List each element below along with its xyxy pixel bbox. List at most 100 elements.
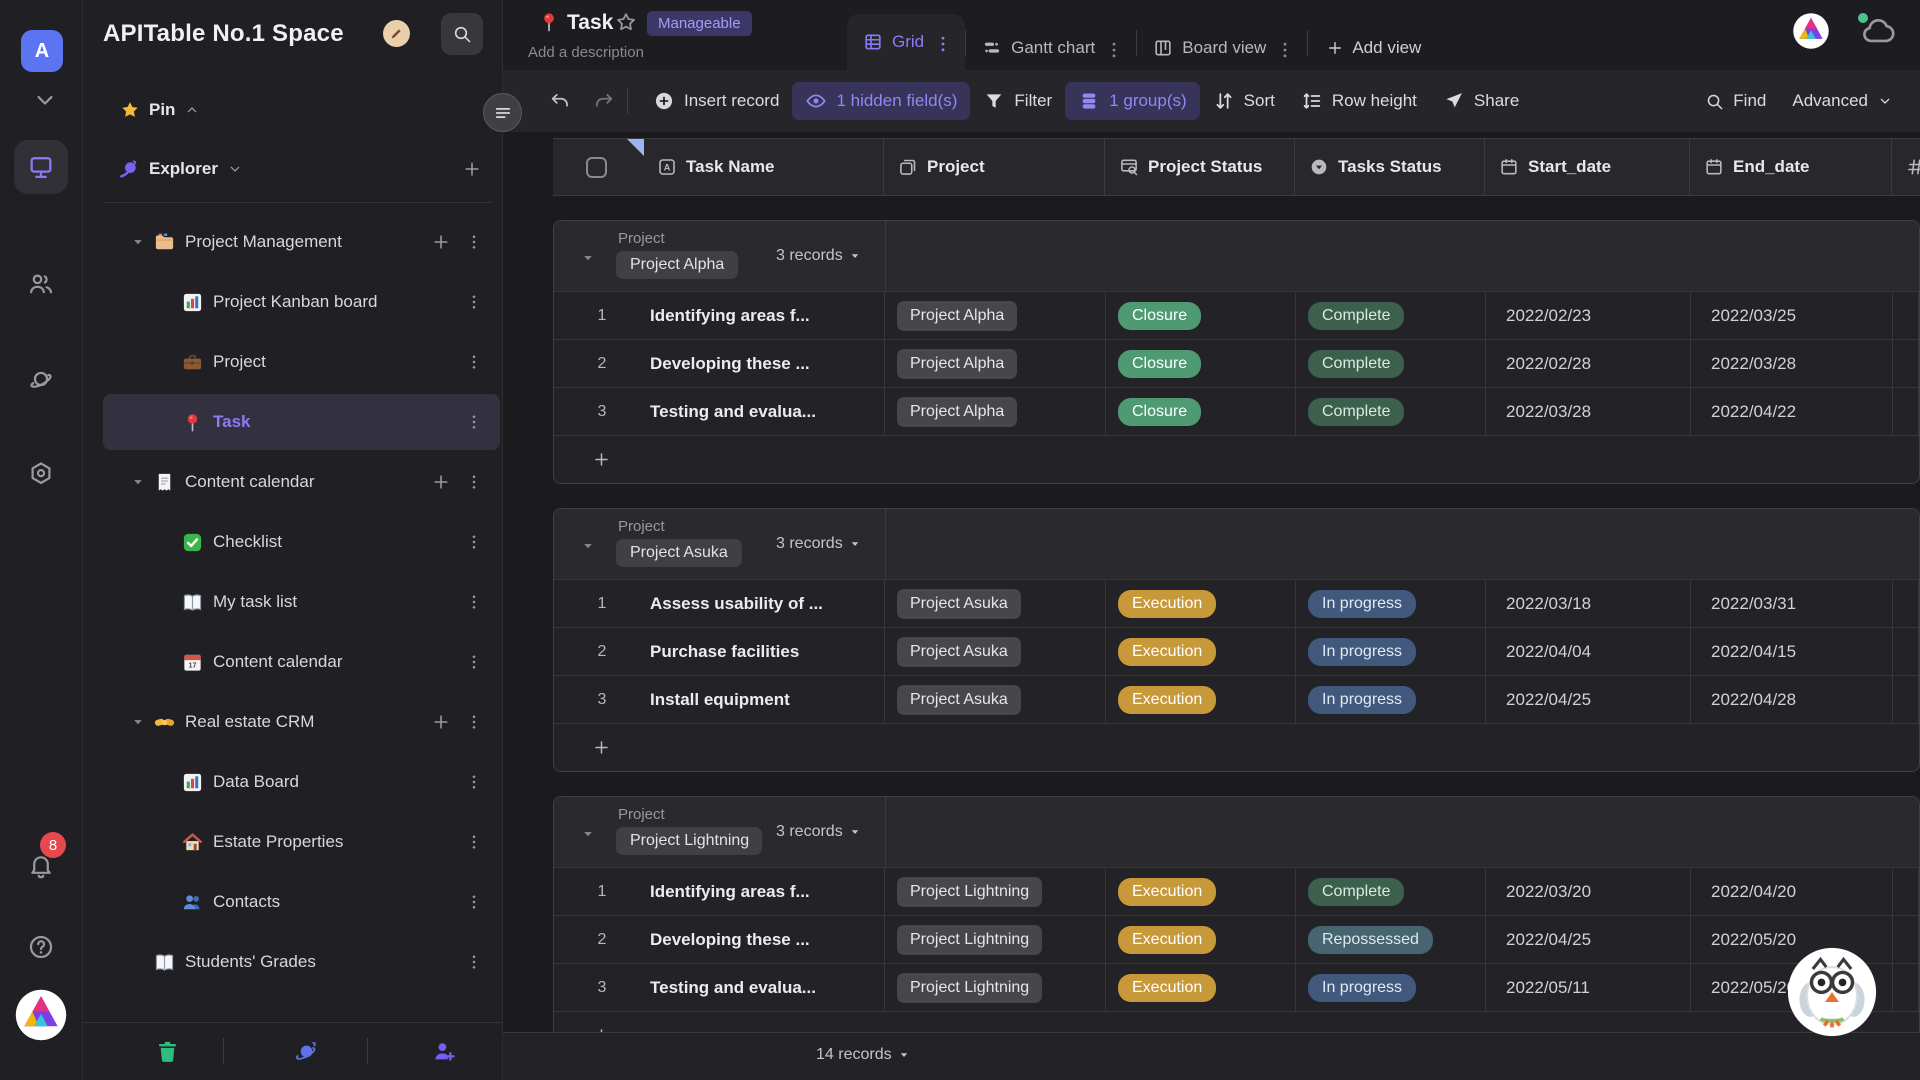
add-node-button[interactable]	[462, 159, 482, 179]
add-record-row[interactable]	[554, 723, 1919, 771]
column-partial[interactable]	[1892, 139, 1920, 195]
view-menu-dots-icon[interactable]	[1104, 40, 1120, 58]
group-header[interactable]: Project Project Asuka 3 records	[554, 509, 1919, 579]
cell-task-name[interactable]: 2 Purchase facilities	[554, 628, 885, 675]
trash-button[interactable]	[155, 1039, 180, 1064]
cell-end-date[interactable]: 2022/03/28	[1691, 340, 1893, 387]
chevron-down-icon[interactable]	[31, 86, 53, 106]
cell-project[interactable]: Project Alpha	[885, 388, 1106, 435]
column-end-date[interactable]: End_date	[1690, 139, 1892, 195]
members-button[interactable]	[14, 257, 68, 311]
more-menu-icon[interactable]	[465, 473, 483, 491]
cell-end-date[interactable]: 2022/03/31	[1691, 580, 1893, 627]
add-description[interactable]: Add a description	[528, 44, 644, 61]
cell-task-name[interactable]: 1 Identifying areas f...	[554, 868, 885, 915]
sidebar-item-my-task-list[interactable]: My task list	[83, 572, 502, 632]
more-menu-icon[interactable]	[465, 293, 483, 311]
help-button[interactable]	[14, 920, 68, 974]
share-button[interactable]: Share	[1430, 82, 1532, 120]
cell-project-status[interactable]: Closure	[1106, 292, 1296, 339]
select-all-checkbox[interactable]	[586, 156, 607, 178]
cell-start-date[interactable]: 2022/02/28	[1486, 340, 1691, 387]
cell-start-date[interactable]: 2022/05/11	[1486, 964, 1691, 1011]
pin-section-toggle[interactable]: Pin	[120, 100, 200, 120]
expand-triangle-icon[interactable]	[131, 475, 145, 489]
sidebar-item-real-estate-crm[interactable]: Real estate CRM	[83, 692, 502, 752]
more-menu-icon[interactable]	[465, 653, 483, 671]
more-menu-icon[interactable]	[465, 833, 483, 851]
workbench-button[interactable]	[14, 140, 68, 194]
cell-end-date[interactable]: 2022/04/15	[1691, 628, 1893, 675]
cell-tasks-status[interactable]: In progress	[1296, 676, 1486, 723]
cell-start-date[interactable]: 2022/04/25	[1486, 916, 1691, 963]
cell-task-name[interactable]: 2 Developing these ...	[554, 916, 885, 963]
cell-start-date[interactable]: 2022/03/18	[1486, 580, 1691, 627]
group-button[interactable]: 1 group(s)	[1065, 82, 1200, 120]
cell-project-status[interactable]: Execution	[1106, 580, 1296, 627]
cell-extra[interactable]	[1893, 628, 1919, 675]
add-child-button[interactable]	[431, 472, 451, 492]
group-header[interactable]: Project Project Alpha 3 records	[554, 221, 1919, 291]
cell-extra[interactable]	[1893, 676, 1919, 723]
sidebar-item-students-grades[interactable]: Students' Grades	[83, 932, 502, 992]
cell-extra[interactable]	[1893, 340, 1919, 387]
expand-triangle-icon[interactable]	[131, 235, 145, 249]
view-menu-dots-icon[interactable]	[933, 34, 949, 52]
view-tab-board-view[interactable]: Board view	[1137, 26, 1307, 70]
cell-project[interactable]: Project Alpha	[885, 340, 1106, 387]
user-avatar-logo[interactable]	[14, 988, 68, 1042]
cell-start-date[interactable]: 2022/04/25	[1486, 676, 1691, 723]
sidebar-item-data-board[interactable]: Data Board	[83, 752, 502, 812]
hidden-fields-button[interactable]: 1 hidden field(s)	[792, 82, 971, 120]
group-record-count[interactable]: 3 records	[776, 535, 861, 553]
search-button[interactable]	[441, 13, 483, 55]
column-tasks-status[interactable]: Tasks Status	[1295, 139, 1485, 195]
add-child-button[interactable]	[431, 232, 451, 252]
column-project-status[interactable]: Project Status	[1105, 139, 1295, 195]
cell-tasks-status[interactable]: In progress	[1296, 580, 1486, 627]
insert-record-button[interactable]: Insert record	[640, 82, 792, 120]
sidebar-item-estate-properties[interactable]: Estate Properties	[83, 812, 502, 872]
more-menu-icon[interactable]	[465, 773, 483, 791]
cell-project[interactable]: Project Asuka	[885, 580, 1106, 627]
column-start-date[interactable]: Start_date	[1485, 139, 1690, 195]
collapse-group-icon[interactable]	[581, 251, 595, 265]
column-project[interactable]: Project	[884, 139, 1105, 195]
collapse-sidebar-button[interactable]	[483, 93, 522, 132]
cell-project[interactable]: Project Lightning	[885, 868, 1106, 915]
template-planet-button[interactable]	[294, 1039, 319, 1064]
sidebar-item-content-calendar[interactable]: Content calendar	[83, 452, 502, 512]
sidebar-item-project-management[interactable]: Project Management	[83, 212, 502, 272]
cell-project[interactable]: Project Asuka	[885, 676, 1106, 723]
datasheet-title[interactable]: Task	[567, 11, 613, 35]
more-menu-icon[interactable]	[465, 713, 483, 731]
sidebar-item-content-calendar[interactable]: 17 Content calendar	[83, 632, 502, 692]
cell-tasks-status[interactable]: In progress	[1296, 628, 1486, 675]
cell-task-name[interactable]: 3 Install equipment	[554, 676, 885, 723]
cell-tasks-status[interactable]: Complete	[1296, 868, 1486, 915]
templates-button[interactable]	[14, 352, 68, 406]
cell-tasks-status[interactable]: Repossessed	[1296, 916, 1486, 963]
favorite-star-icon[interactable]	[615, 11, 637, 33]
add-record-row[interactable]	[554, 435, 1919, 483]
cell-project-status[interactable]: Execution	[1106, 868, 1296, 915]
cell-project-status[interactable]: Execution	[1106, 964, 1296, 1011]
more-menu-icon[interactable]	[465, 953, 483, 971]
find-button[interactable]: Find	[1692, 83, 1779, 119]
cell-task-name[interactable]: 1 Assess usability of ...	[554, 580, 885, 627]
sidebar-item-task[interactable]: Task	[83, 392, 502, 452]
cell-project[interactable]: Project Alpha	[885, 292, 1106, 339]
view-tab-grid[interactable]: Grid	[847, 14, 966, 70]
more-menu-icon[interactable]	[465, 233, 483, 251]
add-view-button[interactable]: Add view	[1308, 26, 1439, 70]
cell-extra[interactable]	[1893, 916, 1919, 963]
cell-start-date[interactable]: 2022/03/28	[1486, 388, 1691, 435]
cell-end-date[interactable]: 2022/04/28	[1691, 676, 1893, 723]
more-menu-icon[interactable]	[465, 533, 483, 551]
cell-project-status[interactable]: Closure	[1106, 340, 1296, 387]
sidebar-item-contacts[interactable]: Contacts	[83, 872, 502, 932]
cell-end-date[interactable]: 2022/04/20	[1691, 868, 1893, 915]
group-header[interactable]: Project Project Lightning 3 records	[554, 797, 1919, 867]
more-menu-icon[interactable]	[465, 893, 483, 911]
cell-tasks-status[interactable]: In progress	[1296, 964, 1486, 1011]
